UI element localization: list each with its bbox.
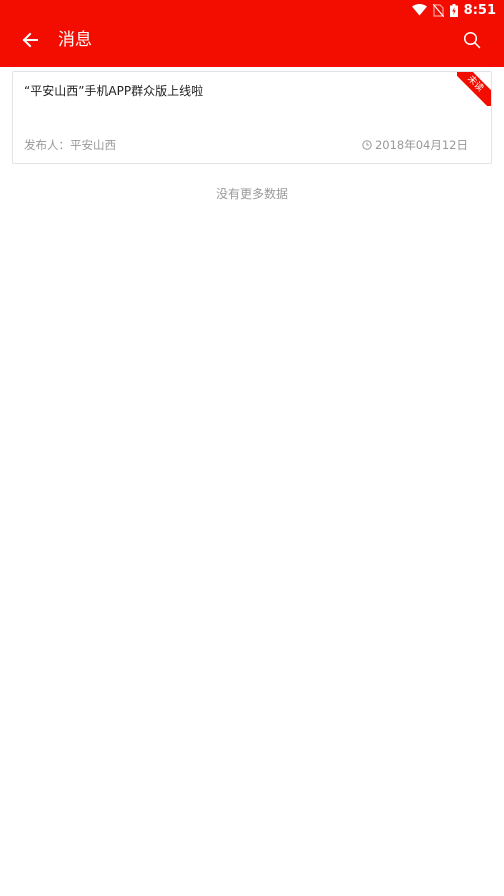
message-card[interactable]: “平安山西”手机APP群众版上线啦 发布人：平安山西 2018年04月12日 未… xyxy=(12,71,492,164)
app-bar: 8:51 消息 xyxy=(0,0,504,67)
clock-icon xyxy=(362,140,372,150)
status-bar: 8:51 xyxy=(0,0,504,20)
unread-badge-label: 未读 xyxy=(457,72,491,106)
search-button[interactable] xyxy=(460,28,484,52)
unread-badge: 未读 xyxy=(457,72,491,106)
page-title: 消息 xyxy=(58,30,92,50)
message-date-group: 2018年04月12日 xyxy=(362,136,468,154)
status-time: 8:51 xyxy=(463,2,496,18)
message-title: “平安山西”手机APP群众版上线啦 xyxy=(24,84,204,98)
no-more-data-text: 没有更多数据 xyxy=(215,187,288,201)
message-date: 2018年04月12日 xyxy=(374,138,468,152)
toolbar: 消息 xyxy=(0,20,504,60)
no-sim-icon xyxy=(432,3,444,17)
message-publisher: 发布人：平安山西 xyxy=(24,138,116,152)
wifi-icon xyxy=(411,4,427,16)
arrow-left-icon xyxy=(22,32,38,48)
search-icon xyxy=(463,31,481,49)
battery-charging-icon xyxy=(449,3,458,17)
back-button[interactable] xyxy=(16,28,44,52)
